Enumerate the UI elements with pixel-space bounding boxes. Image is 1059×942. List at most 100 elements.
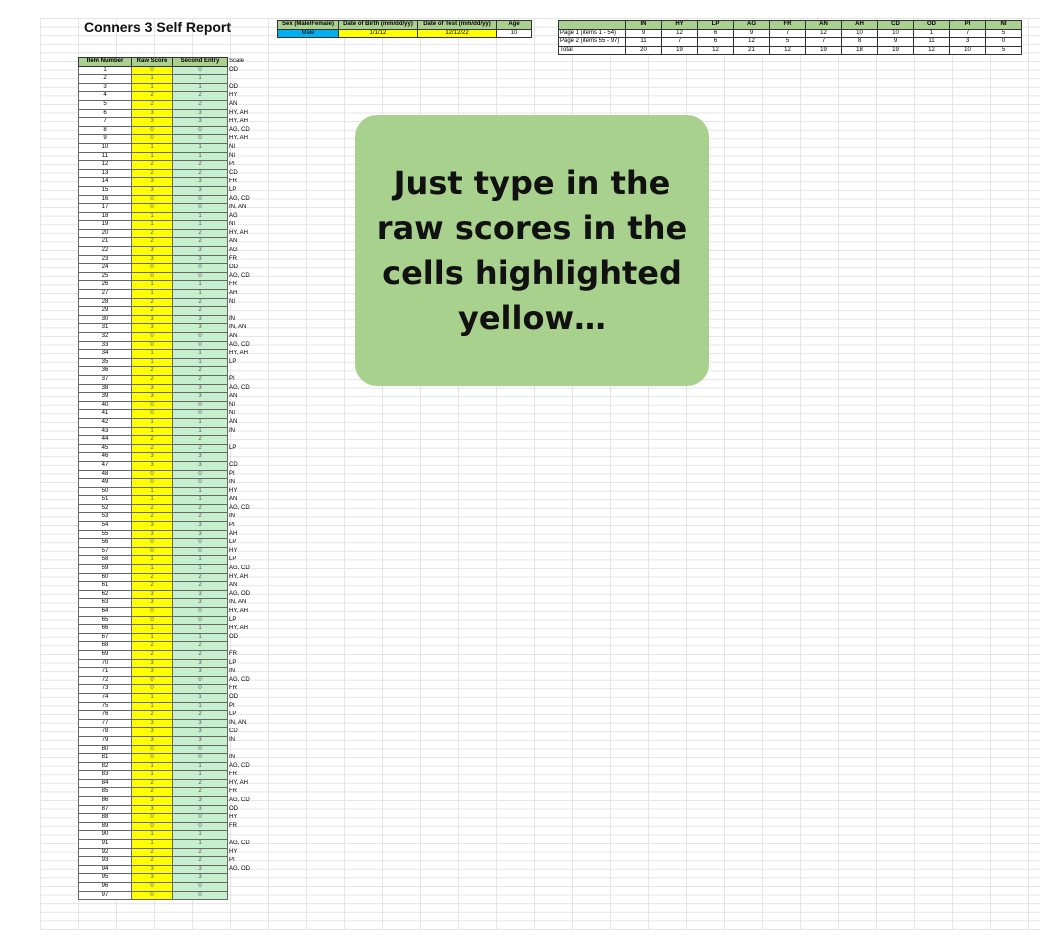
- raw-score-cell[interactable]: 1: [131, 692, 173, 703]
- raw-score-cell[interactable]: 1: [131, 839, 173, 849]
- raw-score-cell[interactable]: 3: [131, 804, 173, 815]
- raw-score-cell[interactable]: 0: [131, 882, 173, 892]
- raw-score-cell[interactable]: 2: [131, 297, 173, 308]
- raw-score-cell[interactable]: 3: [131, 718, 173, 729]
- raw-score-cell[interactable]: 0: [131, 65, 173, 76]
- raw-score-cell[interactable]: 2: [131, 306, 173, 316]
- raw-score-cell[interactable]: 3: [131, 735, 173, 746]
- raw-score-cell[interactable]: 0: [131, 332, 173, 342]
- raw-score-cell[interactable]: 2: [131, 91, 173, 101]
- raw-score-cell[interactable]: 3: [131, 727, 173, 737]
- raw-score-cell[interactable]: 2: [131, 847, 173, 858]
- raw-score-cell[interactable]: 3: [131, 392, 173, 402]
- raw-score-cell[interactable]: 0: [131, 271, 173, 282]
- raw-score-cell[interactable]: 0: [131, 400, 173, 411]
- raw-score-cell[interactable]: 2: [131, 649, 173, 660]
- raw-score-cell[interactable]: 2: [131, 366, 173, 376]
- raw-score-cell[interactable]: 1: [131, 82, 173, 93]
- raw-score-cell[interactable]: 2: [131, 787, 173, 798]
- raw-score-cell[interactable]: 1: [131, 151, 173, 162]
- raw-score-cell[interactable]: 1: [131, 417, 173, 428]
- raw-score-cell[interactable]: 1: [131, 564, 173, 574]
- raw-score-cell[interactable]: 3: [131, 658, 173, 669]
- raw-score-cell[interactable]: 0: [131, 409, 173, 419]
- raw-score-cell[interactable]: 0: [131, 607, 173, 617]
- raw-score-cell[interactable]: 1: [131, 349, 173, 359]
- raw-score-cell[interactable]: 3: [131, 864, 173, 875]
- raw-score-cell[interactable]: 3: [131, 254, 173, 265]
- raw-score-cell[interactable]: 1: [131, 289, 173, 299]
- raw-score-cell[interactable]: 2: [131, 237, 173, 248]
- raw-score-cell[interactable]: 2: [131, 228, 173, 239]
- raw-score-cell[interactable]: 2: [131, 99, 173, 110]
- raw-score-cell[interactable]: 0: [131, 821, 173, 832]
- raw-score-cell[interactable]: 1: [131, 486, 173, 497]
- raw-score-cell[interactable]: 1: [131, 280, 173, 291]
- raw-score-cell[interactable]: 1: [131, 770, 173, 780]
- raw-score-cell[interactable]: 0: [131, 203, 173, 213]
- raw-score-cell[interactable]: 3: [131, 873, 173, 883]
- raw-score-cell[interactable]: 1: [131, 426, 173, 437]
- raw-score-cell[interactable]: 2: [131, 503, 173, 514]
- raw-score-cell[interactable]: 3: [131, 598, 173, 608]
- raw-score-cell[interactable]: 3: [131, 529, 173, 540]
- raw-score-cell[interactable]: 2: [131, 512, 173, 523]
- raw-score-cell[interactable]: 3: [131, 589, 173, 600]
- raw-score-cell[interactable]: 3: [131, 108, 173, 119]
- raw-score-cell[interactable]: 3: [131, 185, 173, 196]
- raw-score-cell[interactable]: 2: [131, 443, 173, 454]
- raw-score-cell[interactable]: 0: [131, 340, 173, 351]
- raw-score-cell[interactable]: 2: [131, 160, 173, 170]
- raw-score-cell[interactable]: 0: [131, 134, 173, 144]
- raw-score-cell[interactable]: 0: [131, 478, 173, 488]
- raw-score-cell[interactable]: 3: [131, 323, 173, 333]
- raw-score-cell[interactable]: 1: [131, 220, 173, 230]
- raw-score-cell[interactable]: 2: [131, 168, 173, 179]
- raw-score-cell[interactable]: 2: [131, 856, 173, 866]
- raw-score-cell[interactable]: 0: [131, 684, 173, 694]
- raw-score-cell[interactable]: 2: [131, 778, 173, 789]
- raw-score-cell[interactable]: 1: [131, 495, 173, 505]
- raw-score-cell[interactable]: 3: [131, 796, 173, 806]
- raw-score-cell[interactable]: 2: [131, 581, 173, 591]
- raw-score-cell[interactable]: 0: [131, 546, 173, 557]
- raw-score-cell[interactable]: 3: [131, 117, 173, 127]
- raw-score-cell[interactable]: 2: [131, 435, 173, 445]
- raw-score-cell[interactable]: 0: [131, 125, 173, 136]
- raw-score-cell[interactable]: 1: [131, 74, 173, 84]
- raw-score-cell[interactable]: 1: [131, 555, 173, 566]
- raw-score-cell[interactable]: 0: [131, 675, 173, 686]
- raw-score-cell[interactable]: 3: [131, 383, 173, 394]
- sex-cell[interactable]: Male: [277, 28, 339, 39]
- raw-score-cell[interactable]: 3: [131, 452, 173, 462]
- raw-score-cell[interactable]: 0: [131, 753, 173, 763]
- raw-score-cell[interactable]: 1: [131, 830, 173, 841]
- raw-score-cell[interactable]: 1: [131, 142, 173, 153]
- raw-score-cell[interactable]: 1: [131, 632, 173, 643]
- raw-score-cell[interactable]: 3: [131, 667, 173, 677]
- raw-score-cell[interactable]: 3: [131, 521, 173, 531]
- raw-score-cell[interactable]: 1: [131, 357, 173, 368]
- raw-score-cell[interactable]: 3: [131, 246, 173, 256]
- raw-score-cell[interactable]: 0: [131, 469, 173, 480]
- raw-score-cell[interactable]: 2: [131, 710, 173, 720]
- raw-score-cell[interactable]: 0: [131, 813, 173, 823]
- raw-score-cell[interactable]: 0: [131, 194, 173, 205]
- raw-score-cell[interactable]: 3: [131, 177, 173, 187]
- raw-score-cell[interactable]: 2: [131, 374, 173, 385]
- raw-score-cell[interactable]: 0: [131, 615, 173, 626]
- raw-score-cell[interactable]: 1: [131, 624, 173, 634]
- raw-score-cell[interactable]: 2: [131, 641, 173, 651]
- raw-score-cell[interactable]: 0: [131, 890, 173, 901]
- raw-score-cell[interactable]: 1: [131, 701, 173, 712]
- raw-score-cell[interactable]: 3: [131, 314, 173, 325]
- dot-cell[interactable]: 12/12/22: [417, 28, 497, 39]
- raw-score-cell[interactable]: 1: [131, 761, 173, 772]
- raw-score-cell[interactable]: 0: [131, 538, 173, 548]
- dob-cell[interactable]: 1/1/12: [338, 28, 418, 39]
- raw-score-cell[interactable]: 3: [131, 460, 173, 471]
- raw-score-cell[interactable]: 0: [131, 263, 173, 273]
- raw-score-cell[interactable]: 1: [131, 211, 173, 222]
- raw-score-cell[interactable]: 0: [131, 744, 173, 755]
- raw-score-cell[interactable]: 2: [131, 572, 173, 583]
